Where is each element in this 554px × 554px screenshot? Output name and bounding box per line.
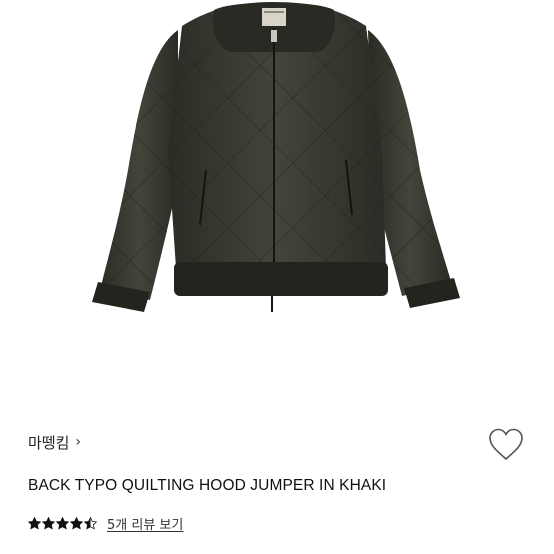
- star-half-icon: [84, 516, 97, 530]
- wishlist-button[interactable]: [487, 427, 525, 463]
- star-full-icon: [56, 516, 69, 530]
- heart-outline-icon: [489, 428, 523, 460]
- star-full-icon: [42, 516, 55, 530]
- product-title: BACK TYPO QUILTING HOOD JUMPER IN KHAKI: [28, 477, 387, 494]
- chevron-right-icon: ›: [75, 434, 82, 450]
- product-image[interactable]: [0, 0, 554, 400]
- star-rating: [28, 516, 98, 530]
- star-full-icon: [70, 516, 83, 530]
- review-link[interactable]: 5개 리뷰 보기: [107, 514, 183, 533]
- brand-name: 마뗑킴: [28, 433, 70, 452]
- star-full-icon: [28, 516, 41, 530]
- brand-link[interactable]: 마뗑킴 ›: [28, 431, 81, 453]
- jacket-photo: [92, 2, 460, 312]
- product-page: 마뗑킴 › BACK TYPO QUILTING HOOD JUMPER IN …: [0, 0, 554, 554]
- rating-row: 5개 리뷰 보기: [28, 513, 183, 533]
